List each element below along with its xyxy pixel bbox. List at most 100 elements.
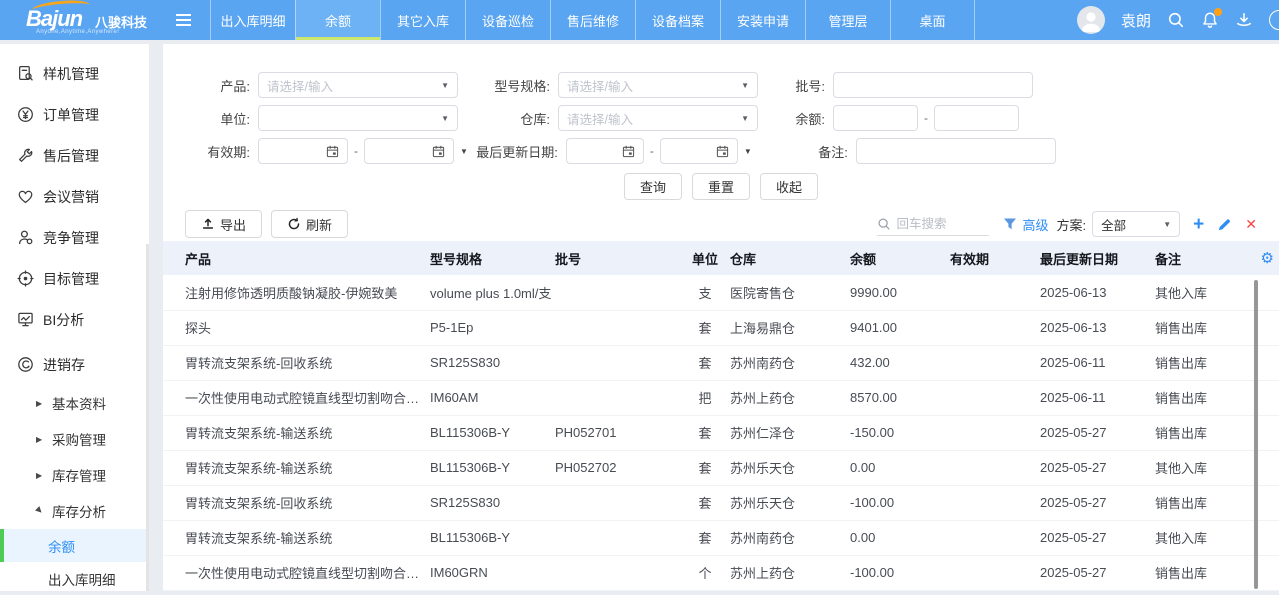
edit-scheme-button[interactable]	[1217, 217, 1232, 232]
cell-updated: 2025-06-13	[1040, 275, 1155, 310]
cell-batch	[555, 275, 680, 310]
sidebar-group-purchase-mgmt[interactable]: ▶ 采购管理	[0, 421, 149, 457]
table-scrollbar[interactable]	[1254, 280, 1258, 589]
tab-management[interactable]: 管理层	[805, 0, 890, 40]
tab-outbound-detail[interactable]: 出入库明细	[210, 0, 295, 40]
export-button[interactable]: 导出	[185, 210, 262, 238]
delete-scheme-button[interactable]: ✕	[1245, 217, 1257, 231]
col-product[interactable]: 产品	[163, 241, 430, 275]
cell-balance: 432.00	[850, 345, 950, 380]
tab-device-inspection[interactable]: 设备巡检	[465, 0, 550, 40]
tab-other-inbound[interactable]: 其它入库	[380, 0, 465, 40]
sidebar-item-aftersales-mgmt[interactable]: 售后管理	[0, 135, 149, 176]
sidebar-item-inventory[interactable]: 进销存	[0, 344, 149, 385]
expiry-to-date[interactable]	[364, 138, 454, 164]
scheme-select[interactable]: 全部 ▼	[1092, 211, 1180, 237]
product-select[interactable]: 请选择/输入 ▼	[258, 72, 458, 98]
quick-search[interactable]	[877, 212, 989, 236]
table-row[interactable]: 一次性使用电动式腔镜直线型切割吻合器及...IM60GRN个苏州上药仓-100.…	[163, 555, 1279, 590]
add-scheme-button[interactable]: +	[1193, 215, 1204, 234]
calendar-icon	[622, 145, 635, 158]
menu-toggle-icon[interactable]	[168, 0, 198, 40]
balance-from-input[interactable]	[833, 105, 918, 131]
cell-unit: 套	[680, 415, 730, 450]
app-logo[interactable]: Bajun 八骏科技 Anyone,Anytime,Anywhere!	[0, 0, 168, 40]
col-updated[interactable]: 最后更新日期	[1040, 241, 1155, 275]
tab-device-archive[interactable]: 设备档案	[635, 0, 720, 40]
cell-batch	[555, 310, 680, 345]
sidebar-group-stock-analysis[interactable]: ▶ 库存分析	[0, 493, 149, 529]
cell-batch: PH052701	[555, 415, 680, 450]
sidebar-leaf-outbound-detail[interactable]: 出入库明细	[0, 562, 149, 595]
updated-to-date[interactable]	[660, 138, 738, 164]
table-row[interactable]: 一次性使用电动式腔镜直线型切割吻合器及...IM60AM把苏州上药仓8570.0…	[163, 380, 1279, 415]
help-icon[interactable]	[1269, 10, 1279, 30]
filter-label-balance: 余额:	[758, 109, 833, 128]
search-input[interactable]	[897, 217, 979, 231]
collapse-button[interactable]: 收起	[760, 173, 818, 200]
sidebar-group-label: 库存管理	[52, 465, 106, 485]
table-row[interactable]: 胃转流支架系统-输送系统BL115306B-YPH052702套苏州乐天仓0.0…	[163, 450, 1279, 485]
sidebar-item-competition-mgmt[interactable]: 竞争管理	[0, 217, 149, 258]
tab-aftersales-repair[interactable]: 售后维修	[550, 0, 635, 40]
table-row[interactable]: 胃转流支架系统-输送系统BL115306B-Y套苏州南药仓0.002025-05…	[163, 520, 1279, 555]
updated-from-date[interactable]	[566, 138, 644, 164]
cell-balance: 9990.00	[850, 275, 950, 310]
reset-button[interactable]: 重置	[692, 173, 750, 200]
col-expiry[interactable]: 有效期	[950, 241, 1040, 275]
cell-unit: 支	[680, 275, 730, 310]
col-batch[interactable]: 批号	[555, 241, 680, 275]
model-select[interactable]: 请选择/输入 ▼	[558, 72, 758, 98]
bell-icon[interactable]	[1201, 11, 1219, 29]
download-icon[interactable]	[1235, 11, 1253, 29]
sidebar-item-target-mgmt[interactable]: 目标管理	[0, 258, 149, 299]
warehouse-select[interactable]: 请选择/输入 ▼	[558, 105, 758, 131]
chevron-down-icon[interactable]: ▼	[744, 147, 752, 156]
tab-desktop[interactable]: 桌面	[890, 0, 975, 40]
sidebar-item-prototype-mgmt[interactable]: 样机管理	[0, 53, 149, 94]
table-header-row: 产品 型号规格 批号 单位 仓库 余额 有效期 最后更新日期 备注	[163, 241, 1279, 275]
col-balance[interactable]: 余额	[850, 241, 950, 275]
search-icon	[877, 217, 891, 231]
remark-input[interactable]	[856, 138, 1056, 164]
search-icon[interactable]	[1167, 11, 1185, 29]
col-warehouse[interactable]: 仓库	[730, 241, 850, 275]
cell-product: 胃转流支架系统-输送系统	[163, 415, 430, 450]
tab-balance[interactable]: 余额	[295, 0, 380, 40]
unit-select[interactable]: ▼	[258, 105, 458, 131]
sidebar-group-basic-data[interactable]: ▶ 基本资料	[0, 385, 149, 421]
triangle-expanded-icon: ▶	[34, 504, 47, 517]
table-row[interactable]: 胃转流支架系统-输送系统BL115306B-YPH052701套苏州仁泽仓-15…	[163, 415, 1279, 450]
main-content-panel: 产品: 请选择/输入 ▼ 型号规格: 请选择/输入 ▼ 批号: 单位: ▼ 仓库…	[163, 44, 1279, 591]
column-settings-gear-icon[interactable]: ⚙	[1261, 249, 1274, 267]
sidebar-item-bi-analysis[interactable]: BI分析	[0, 299, 149, 340]
col-model[interactable]: 型号规格	[430, 241, 555, 275]
sidebar-item-order-mgmt[interactable]: 订单管理	[0, 94, 149, 135]
col-unit[interactable]: 单位	[680, 241, 730, 275]
top-tabs: 出入库明细 余额 其它入库 设备巡检 售后维修 设备档案 安装申请 管理层 桌面	[210, 0, 975, 40]
sidebar-group-stock-mgmt[interactable]: ▶ 库存管理	[0, 457, 149, 493]
sidebar-item-meeting-marketing[interactable]: 会议营销	[0, 176, 149, 217]
user-name[interactable]: 袁朗	[1121, 10, 1151, 31]
filter-funnel-icon[interactable]	[1003, 217, 1017, 231]
query-button[interactable]: 查询	[624, 173, 682, 200]
chevron-down-icon[interactable]: ▼	[460, 147, 468, 156]
expiry-from-date[interactable]	[258, 138, 348, 164]
sidebar-item-label: 竞争管理	[43, 228, 99, 248]
table-row[interactable]: 探头P5-1Ep套上海易鼎仓9401.002025-06-13销售出库	[163, 310, 1279, 345]
balance-to-input[interactable]	[934, 105, 1019, 131]
export-icon	[201, 217, 215, 231]
sidebar-scrollbar[interactable]	[146, 244, 149, 591]
table-row[interactable]: 胃转流支架系统-回收系统SR125S830套苏州乐天仓-100.002025-0…	[163, 485, 1279, 520]
tab-install-request[interactable]: 安装申请	[720, 0, 805, 40]
sidebar-leaf-balance[interactable]: 余额	[0, 529, 149, 562]
table-row[interactable]: 胃转流支架系统-回收系统SR125S830套苏州南药仓432.002025-06…	[163, 345, 1279, 380]
sidebar-item-label: 会议营销	[43, 187, 99, 207]
batch-input[interactable]	[833, 72, 1033, 98]
advanced-link[interactable]: 高级	[1023, 215, 1049, 234]
user-avatar[interactable]	[1077, 6, 1105, 34]
refresh-button[interactable]: 刷新	[271, 210, 348, 238]
refresh-button-label: 刷新	[306, 215, 332, 234]
table-row[interactable]: 注射用修饰透明质酸钠凝胶-伊婉致美volume plus 1.0ml/支支医院寄…	[163, 275, 1279, 310]
refresh-icon	[287, 217, 301, 231]
